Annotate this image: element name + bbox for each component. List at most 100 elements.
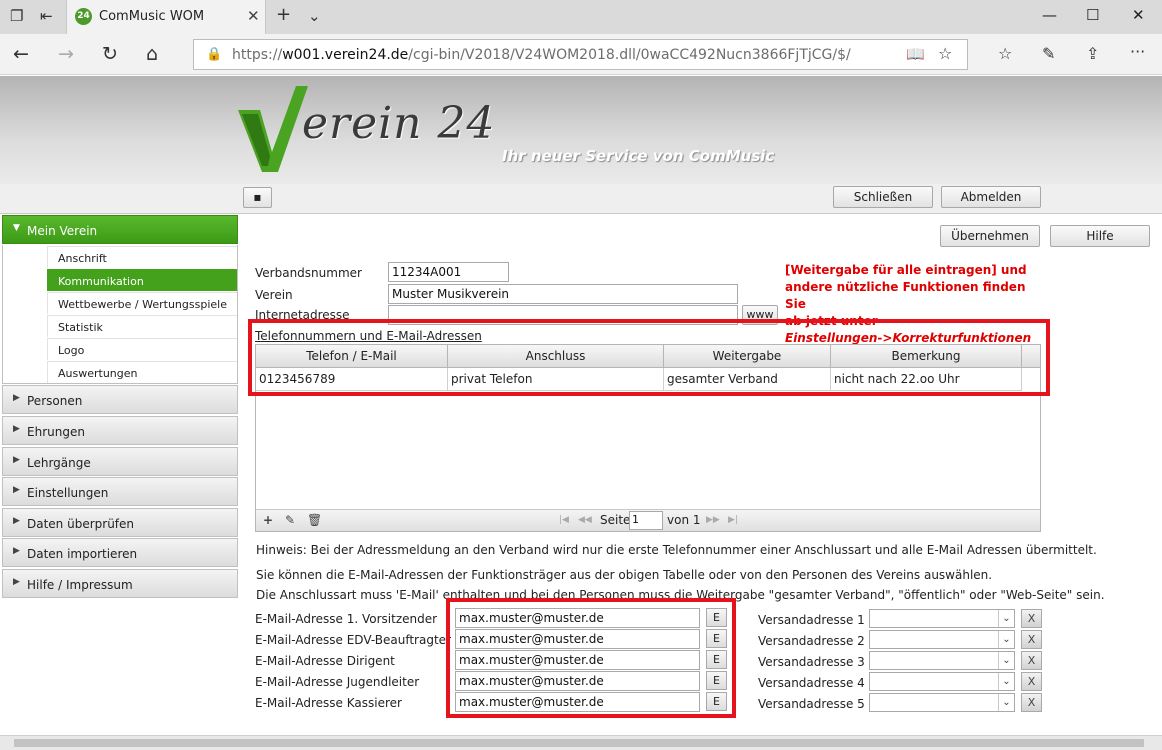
favorite-star-icon[interactable]: ☆: [938, 44, 952, 63]
caret-right-icon: ▶: [13, 393, 20, 403]
verein-label: Verein: [255, 288, 293, 302]
email-label-vorsitzender: E-Mail-Adresse 1. Vorsitzender: [255, 612, 438, 626]
email-label-edv: E-Mail-Adresse EDV-Beauftragter: [255, 633, 451, 647]
lock-icon: 🔒: [206, 47, 223, 62]
sidebar-section-label: Personen: [27, 394, 83, 408]
sidebar-section-daten-importieren[interactable]: ▶ Daten importieren: [2, 538, 238, 567]
tab-title: ComMusic WOM: [99, 9, 205, 24]
back-icon[interactable]: ←: [13, 43, 29, 65]
caret-right-icon: ▶: [13, 424, 20, 434]
help-button[interactable]: Hilfe: [1050, 225, 1150, 247]
email-label-jugendleiter: E-Mail-Adresse Jugendleiter: [255, 675, 420, 689]
versand-select-2[interactable]: ⌄: [869, 630, 1015, 649]
horizontal-scrollbar[interactable]: [0, 735, 1162, 750]
versand-select-4[interactable]: ⌄: [869, 672, 1015, 691]
add-row-icon[interactable]: +: [263, 513, 273, 527]
chevron-down-icon: ⌄: [998, 694, 1014, 711]
minimize-icon[interactable]: —: [1042, 6, 1057, 24]
browser-tab-commusic[interactable]: 24 ComMusic WOM ✕: [66, 0, 266, 34]
set-aside-tabs-icon[interactable]: ⇤: [40, 7, 53, 25]
next-page-icon[interactable]: ▶▶: [706, 515, 720, 525]
email-label-kassierer: E-Mail-Adresse Kassierer: [255, 696, 402, 710]
sidebar-item-statistik[interactable]: Statistik: [47, 315, 237, 337]
clear-versand-button-4[interactable]: X: [1021, 672, 1042, 691]
versand-select-1[interactable]: ⌄: [869, 609, 1015, 628]
versand-label-4: Versandadresse 4: [758, 676, 865, 690]
app-toolbar: ▪ Schließen Abmelden: [0, 184, 1162, 214]
sidebar-item-wettbewerbe[interactable]: Wettbewerbe / Wertungsspiele: [47, 292, 237, 314]
sidebar-item-kommunikation[interactable]: Kommunikation: [47, 269, 237, 291]
logo-text: erein 24: [302, 98, 496, 149]
sidebar-section-personen[interactable]: ▶ Personen: [2, 385, 238, 414]
page-number-input[interactable]: 1: [629, 511, 663, 530]
caret-right-icon: ▶: [13, 516, 20, 526]
sidebar-section-hilfe-impressum[interactable]: ▶ Hilfe / Impressum: [2, 569, 238, 598]
sidebar-section-mein-verein[interactable]: ▼ Mein Verein: [2, 215, 238, 244]
refresh-icon[interactable]: ↻: [102, 43, 118, 65]
info-note-line: [Weitergabe für alle eintragen] und: [785, 263, 1027, 277]
tab-close-icon[interactable]: ✕: [247, 7, 260, 25]
chevron-down-icon: ⌄: [998, 610, 1014, 627]
apply-button[interactable]: Übernehmen: [940, 225, 1040, 247]
highlight-box-table: [248, 319, 1050, 396]
more-menu-icon[interactable]: ···: [1130, 42, 1145, 61]
highlight-box-emails: [446, 598, 736, 718]
caret-right-icon: ▶: [13, 485, 20, 495]
sidebar-section-label: Einstellungen: [27, 486, 109, 500]
last-page-icon[interactable]: ▶|: [728, 515, 738, 525]
new-tab-icon[interactable]: +: [276, 4, 291, 25]
address-bar-row: ← → ↻ ⌂ 🔒 https://w001.verein24.de/cgi-b…: [0, 34, 1162, 75]
sidebar: ▼ Mein Verein Anschrift Kommunikation Wet…: [2, 215, 238, 735]
clear-versand-button-5[interactable]: X: [1021, 693, 1042, 712]
sidebar-section-label: Mein Verein: [27, 224, 98, 238]
tab-list-chevron-icon[interactable]: ⌄: [308, 7, 321, 25]
reading-view-icon[interactable]: 📖: [906, 45, 925, 63]
verein24-logo-v-icon: [238, 86, 308, 172]
first-page-icon[interactable]: |◀: [559, 515, 569, 525]
favicon-icon: 24: [75, 8, 92, 25]
sidebar-section-lehrgaenge[interactable]: ▶ Lehrgänge: [2, 447, 238, 476]
maximize-icon[interactable]: ☐: [1086, 6, 1099, 24]
prev-page-icon[interactable]: ◀◀: [578, 515, 592, 525]
sidebar-section-ehrungen[interactable]: ▶ Ehrungen: [2, 416, 238, 445]
versand-select-3[interactable]: ⌄: [869, 651, 1015, 670]
sidebar-section-label: Lehrgänge: [27, 456, 91, 470]
versand-label-3: Versandadresse 3: [758, 655, 865, 669]
site-banner: [0, 76, 1162, 184]
versand-label-5: Versandadresse 5: [758, 697, 865, 711]
menu-bars-icon: ▪: [253, 190, 262, 204]
forward-icon[interactable]: →: [58, 43, 74, 65]
sidebar-section-label: Hilfe / Impressum: [27, 578, 133, 592]
logout-button[interactable]: Abmelden: [941, 186, 1041, 208]
versand-select-5[interactable]: ⌄: [869, 693, 1015, 712]
tab-actions-icon[interactable]: ❐: [10, 7, 23, 25]
clear-versand-button-1[interactable]: X: [1021, 609, 1042, 628]
page-label: Seite: [600, 513, 631, 527]
chevron-down-icon: ⌄: [998, 673, 1014, 690]
clear-versand-button-2[interactable]: X: [1021, 630, 1042, 649]
verbandsnummer-label: Verbandsnummer: [255, 266, 362, 280]
sidebar-item-anschrift[interactable]: Anschrift: [47, 246, 237, 268]
share-icon[interactable]: ⇪: [1086, 44, 1099, 63]
delete-row-icon[interactable]: 🗑: [307, 513, 322, 527]
verbandsnummer-field[interactable]: 11234A001: [388, 262, 509, 282]
pen-notes-icon[interactable]: ✎: [1042, 44, 1055, 63]
sidebar-item-auswertungen[interactable]: Auswertungen: [47, 361, 237, 383]
sidebar-item-logo[interactable]: Logo: [47, 338, 237, 360]
versand-label-2: Versandadresse 2: [758, 634, 865, 648]
close-app-button[interactable]: Schließen: [833, 186, 933, 208]
verein-field[interactable]: Muster Musikverein: [388, 284, 738, 304]
window-close-icon[interactable]: ✕: [1132, 6, 1145, 24]
caret-right-icon: ▶: [13, 577, 20, 587]
clear-versand-button-3[interactable]: X: [1021, 651, 1042, 670]
sidebar-section-daten-ueberpruefen[interactable]: ▶ Daten überprüfen: [2, 508, 238, 537]
caret-right-icon: ▶: [13, 455, 20, 465]
sidebar-section-label: Daten importieren: [27, 547, 138, 561]
favorites-list-icon[interactable]: ☆: [998, 44, 1012, 63]
sidebar-section-einstellungen[interactable]: ▶ Einstellungen: [2, 477, 238, 506]
scrollbar-thumb[interactable]: [14, 739, 1144, 747]
menu-toggle-button[interactable]: ▪: [243, 187, 272, 208]
url-field[interactable]: 🔒 https://w001.verein24.de/cgi-bin/V2018…: [193, 39, 968, 70]
edit-row-icon[interactable]: ✎: [285, 513, 295, 527]
home-icon[interactable]: ⌂: [146, 43, 158, 65]
